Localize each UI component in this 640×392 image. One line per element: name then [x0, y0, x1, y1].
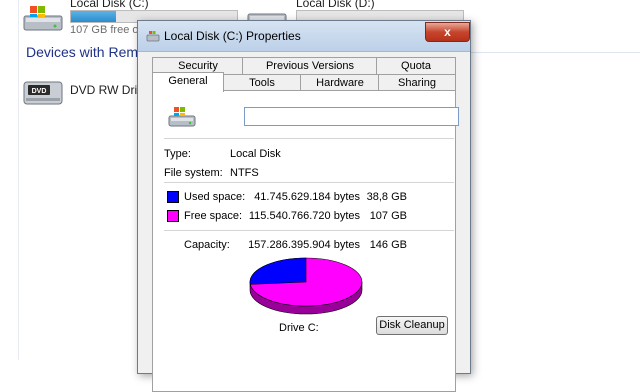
tab-previous-versions[interactable]: Previous Versions [242, 57, 378, 74]
tab-tools[interactable]: Tools [222, 74, 302, 91]
drive-c-usage-fill [71, 11, 116, 22]
used-space-label: Used space: [184, 191, 246, 203]
tab-hardware[interactable]: Hardware [300, 74, 380, 91]
drive-c-free-text: 107 GB free of [70, 24, 142, 36]
navigation-pane [0, 0, 19, 360]
tab-quota[interactable]: Quota [376, 57, 456, 74]
dialog-title: Local Disk (C:) Properties [164, 29, 301, 43]
hard-drive-icon [23, 6, 63, 31]
free-space-label: Free space: [184, 210, 243, 222]
drive-label: Drive C: [279, 322, 319, 334]
disk-cleanup-button[interactable]: Disk Cleanup [376, 316, 448, 335]
drive-large-icon [168, 107, 196, 127]
drive-c-name: Local Disk (C:) [70, 0, 149, 10]
used-space-color-swatch [167, 191, 179, 203]
type-label: Type: [164, 148, 191, 160]
drive-d-name: Local Disk (D:) [296, 0, 375, 10]
general-tab-panel: Type: Local Disk File system: NTFS Used … [152, 90, 459, 392]
free-space-bytes: 115.540.766.720 bytes [248, 210, 360, 222]
properties-dialog: Local Disk (C:) Properties x Security Pr… [137, 20, 471, 392]
used-space-bytes: 41.745.629.184 bytes [254, 191, 360, 203]
drive-icon [146, 31, 160, 42]
separator [164, 182, 454, 183]
drive-name-input[interactable] [244, 107, 459, 126]
file-system-value: NTFS [230, 167, 259, 179]
capacity-size: 146 GB [369, 239, 407, 251]
tab-general[interactable]: General [152, 72, 224, 92]
file-system-label: File system: [164, 167, 223, 179]
svg-text:DVD: DVD [32, 88, 47, 95]
tab-sharing[interactable]: Sharing [378, 74, 456, 91]
capacity-label: Capacity: [184, 239, 230, 251]
dialog-titlebar[interactable]: Local Disk (C:) Properties x [138, 21, 470, 52]
separator [164, 230, 454, 231]
free-space-size: 107 GB [369, 210, 407, 222]
free-space-color-swatch [167, 210, 179, 222]
devices-section-header[interactable]: Devices with Remo [26, 44, 146, 60]
separator [164, 138, 454, 139]
type-value: Local Disk [230, 148, 281, 160]
capacity-bytes: 157.286.395.904 bytes [248, 239, 360, 251]
dvd-drive-icon: DVD [23, 81, 63, 105]
disk-usage-pie-chart [249, 257, 363, 315]
close-button[interactable]: x [425, 22, 470, 42]
pie-slice-used [249, 257, 307, 285]
used-space-size: 38,8 GB [366, 191, 407, 203]
